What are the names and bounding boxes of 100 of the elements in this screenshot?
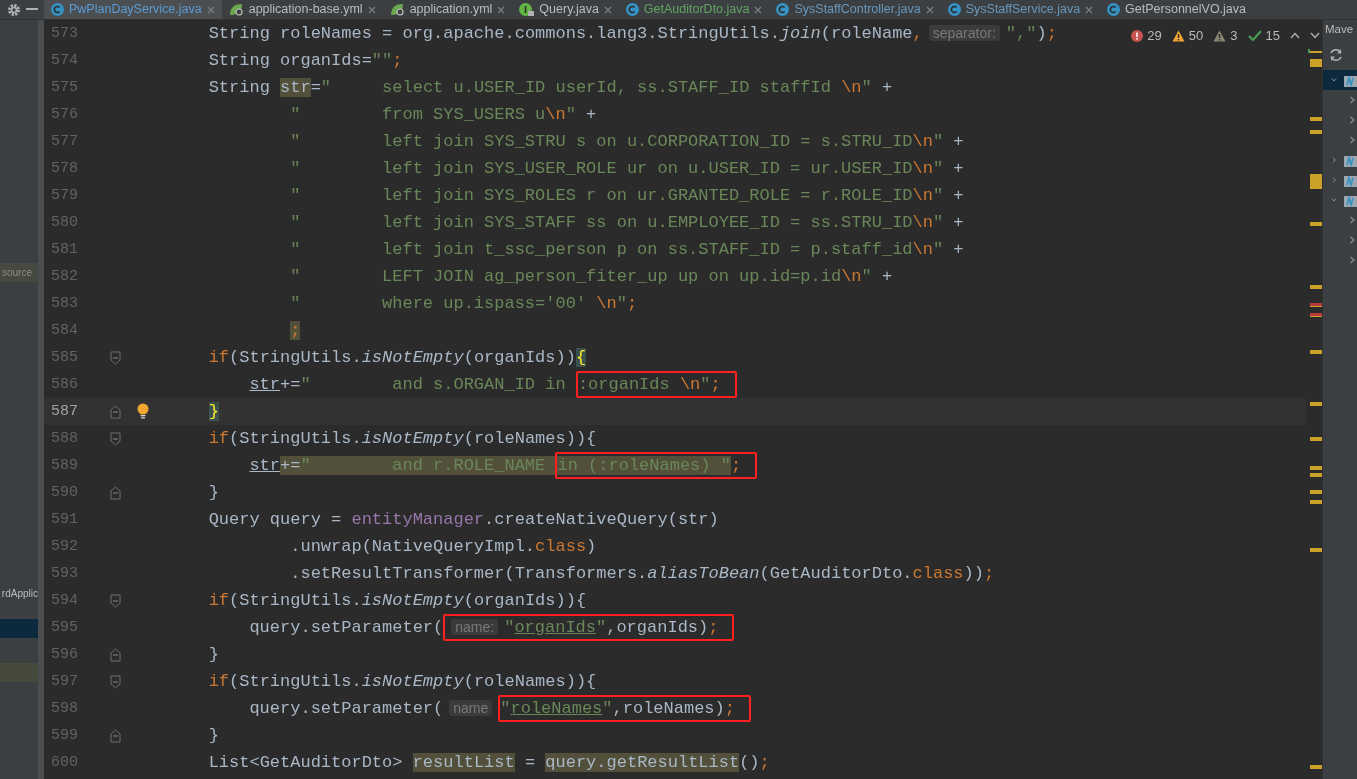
tree-row[interactable] bbox=[1323, 70, 1357, 90]
escape-sequence: \n bbox=[912, 240, 933, 259]
escape-sequence: \n bbox=[912, 213, 933, 232]
code-text: query.setParameter( bbox=[249, 618, 444, 637]
string-literal: " left join SYS_STRU s on u.CORPORATION_ID = s.STRU_ID bbox=[290, 132, 913, 151]
code-text: .setResultTransformer(Transformers. bbox=[290, 564, 648, 583]
code-text: query.getResultList bbox=[545, 753, 740, 772]
class-icon bbox=[625, 3, 639, 16]
class-icon bbox=[947, 3, 961, 16]
chevron-down-icon[interactable] bbox=[1331, 76, 1337, 84]
method-name: join bbox=[779, 24, 821, 43]
circle-lock-icon bbox=[519, 3, 535, 16]
string-literal: "" bbox=[371, 51, 393, 70]
chevron-right-icon[interactable] bbox=[1348, 116, 1356, 124]
fold-icon[interactable] bbox=[110, 485, 121, 500]
code-text: = bbox=[523, 753, 537, 772]
method-name: isNotEmpty bbox=[361, 591, 464, 610]
fold-icon[interactable] bbox=[110, 674, 121, 689]
line-number: 585 bbox=[51, 349, 78, 367]
inspection-count[interactable]: 15 bbox=[1265, 26, 1280, 46]
scrollbar[interactable] bbox=[38, 20, 44, 779]
string-literal: " from SYS_USERS u bbox=[290, 105, 546, 124]
panel-title[interactable]: Mave bbox=[1325, 21, 1354, 39]
fold-icon[interactable] bbox=[110, 647, 121, 662]
line-number: 594 bbox=[51, 592, 78, 610]
escape-sequence: \n bbox=[841, 78, 862, 97]
method-name: isNotEmpty bbox=[361, 429, 464, 448]
string-literal: " bbox=[500, 699, 511, 718]
chevron-right-icon[interactable] bbox=[1348, 136, 1356, 144]
method-name: aliasToBean bbox=[647, 564, 760, 583]
chevron-right-icon[interactable] bbox=[1331, 156, 1337, 164]
string-literal: " bbox=[932, 186, 944, 205]
inspection-count[interactable]: 29 bbox=[1147, 26, 1162, 46]
line-number: 573 bbox=[51, 25, 78, 43]
line-number: 599 bbox=[51, 727, 78, 745]
string-literal: roleNames bbox=[510, 699, 603, 718]
line-number: 590 bbox=[51, 484, 78, 502]
code-text: + bbox=[952, 186, 964, 205]
code-text: + bbox=[952, 213, 964, 232]
code-text: (roleName bbox=[820, 24, 913, 43]
close-icon[interactable] bbox=[603, 5, 612, 14]
code-text: + bbox=[952, 159, 964, 178]
chevron-right-icon[interactable] bbox=[1331, 176, 1337, 184]
fold-icon[interactable] bbox=[110, 350, 121, 365]
code-text: += bbox=[280, 456, 301, 475]
line-number: 593 bbox=[51, 565, 78, 583]
code-text: query.setParameter( bbox=[249, 699, 444, 718]
line-number: 582 bbox=[51, 268, 78, 286]
module-icon bbox=[1343, 173, 1357, 187]
code-text: str bbox=[280, 78, 311, 97]
string-literal: " and s.ORGAN_ID in bbox=[300, 375, 567, 394]
code-text: Query query = bbox=[208, 510, 343, 529]
parameter-hint: separator: bbox=[928, 25, 1000, 41]
line-number: 576 bbox=[51, 106, 78, 124]
code-text: + bbox=[585, 105, 597, 124]
error-icon bbox=[1131, 29, 1144, 42]
code-text: )) bbox=[963, 564, 984, 583]
chevron-right-icon[interactable] bbox=[1348, 96, 1356, 104]
string-literal: " bbox=[861, 267, 872, 286]
close-icon[interactable] bbox=[206, 5, 215, 14]
code-text: (StringUtils. bbox=[229, 348, 362, 367]
minimize-icon[interactable] bbox=[25, 8, 38, 11]
code-text: ) bbox=[1036, 24, 1047, 43]
code-text: ; bbox=[290, 321, 301, 340]
close-icon[interactable] bbox=[1085, 5, 1094, 14]
class-icon bbox=[51, 3, 64, 16]
fold-icon[interactable] bbox=[110, 593, 121, 608]
settings-icon[interactable] bbox=[6, 2, 21, 17]
chevron-down-icon[interactable] bbox=[1331, 196, 1337, 204]
fold-icon[interactable] bbox=[110, 404, 121, 419]
close-icon[interactable] bbox=[497, 5, 506, 14]
chevron-right-icon[interactable] bbox=[1348, 236, 1356, 244]
chevron-right-icon[interactable] bbox=[1348, 256, 1356, 264]
close-icon[interactable] bbox=[925, 5, 934, 14]
refresh-icon[interactable] bbox=[1329, 48, 1343, 62]
code-text: ,organIds) bbox=[606, 618, 709, 637]
code-text: String organIds= bbox=[208, 51, 372, 70]
code-text: ) bbox=[586, 537, 597, 556]
string-literal: organIds bbox=[514, 618, 596, 637]
inspection-count[interactable]: 50 bbox=[1188, 26, 1204, 46]
line-number: 589 bbox=[51, 457, 78, 475]
line-number: 597 bbox=[51, 673, 78, 691]
chevron-down-icon[interactable] bbox=[1310, 32, 1320, 40]
lightbulb-icon[interactable] bbox=[137, 403, 149, 419]
fold-icon[interactable] bbox=[110, 728, 121, 743]
string-literal: " bbox=[504, 618, 515, 637]
string-literal: " bbox=[602, 699, 613, 718]
chevron-right-icon[interactable] bbox=[1348, 216, 1356, 224]
chevron-up-icon[interactable] bbox=[1290, 32, 1300, 40]
code-text: (StringUtils. bbox=[229, 672, 362, 691]
close-icon[interactable] bbox=[367, 5, 376, 14]
keyword: if bbox=[208, 591, 230, 610]
close-icon[interactable] bbox=[754, 5, 763, 14]
tree-row[interactable]: rdApplic bbox=[0, 584, 38, 603]
fold-icon[interactable] bbox=[110, 431, 121, 446]
inspection-count[interactable]: 3 bbox=[1230, 26, 1238, 46]
line-number: 583 bbox=[51, 295, 78, 313]
line-number: 581 bbox=[51, 241, 78, 259]
escape-sequence: \n bbox=[596, 294, 617, 313]
code-text: List<GetAuditorDto> bbox=[208, 753, 404, 772]
